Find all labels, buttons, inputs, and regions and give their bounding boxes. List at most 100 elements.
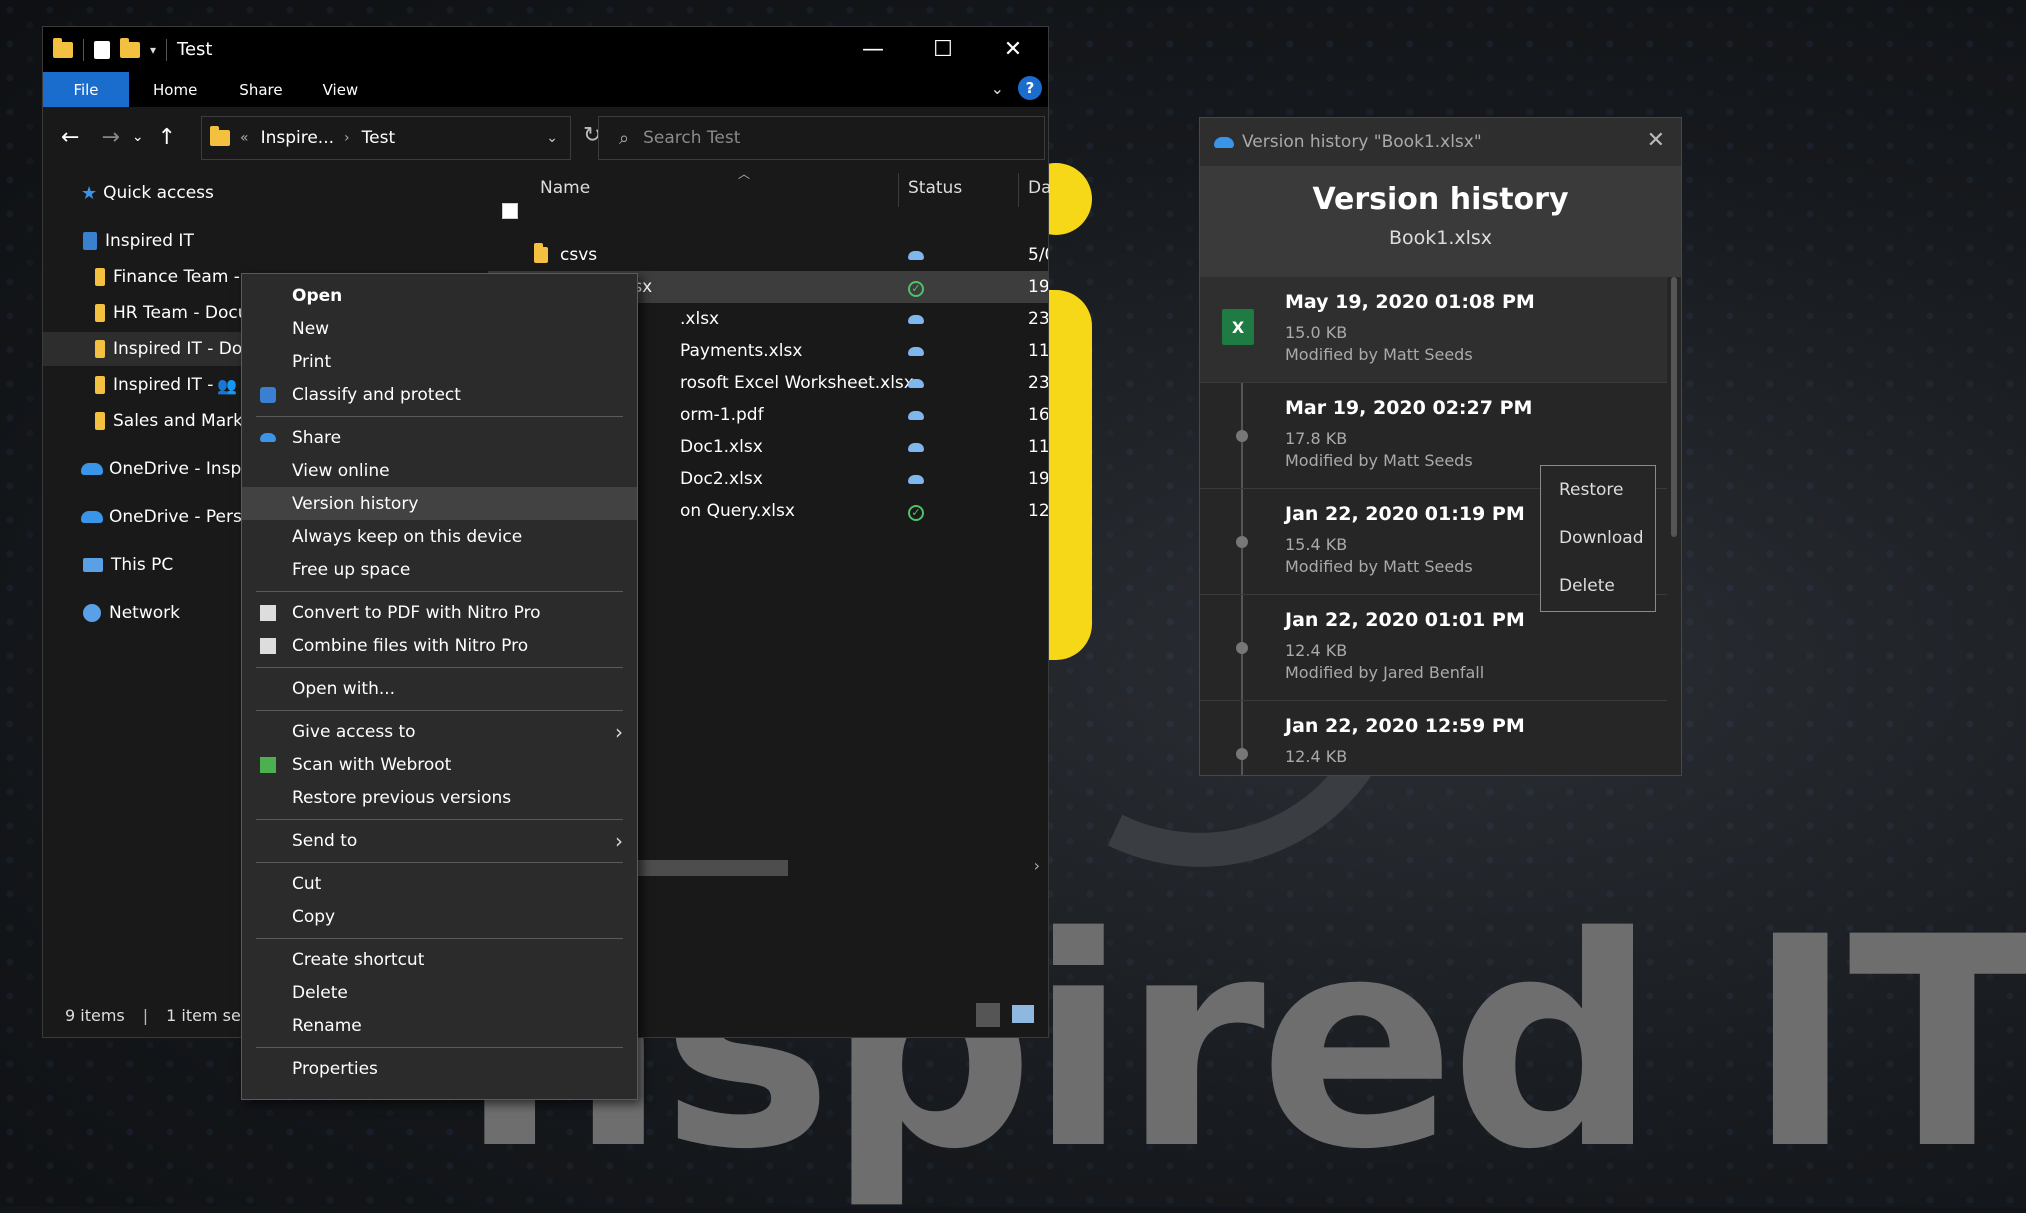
close-icon[interactable]: ✕: [1647, 128, 1665, 153]
version-item[interactable]: Jan 22, 2020 12:59 PM 12.4 KB: [1200, 701, 1667, 775]
cloud-status-icon: [908, 475, 924, 484]
select-all-checkbox[interactable]: [502, 203, 518, 219]
onedrive-cloud-icon: [81, 463, 103, 475]
tab-home[interactable]: Home: [129, 72, 221, 107]
cloud-status-icon: [908, 411, 924, 420]
menu-item-rename[interactable]: Rename: [242, 1009, 637, 1042]
synced-check-icon: ✓: [908, 280, 924, 297]
cloud-status-icon: [908, 379, 924, 388]
column-status[interactable]: Status: [908, 167, 962, 209]
cloud-status-icon: [908, 251, 924, 260]
delete-menu-item[interactable]: Delete: [1559, 576, 1615, 596]
menu-item-open-with[interactable]: Open with...: [242, 672, 637, 705]
folder-icon: [95, 304, 105, 322]
minimize-button[interactable]: —: [838, 27, 908, 72]
maximize-button[interactable]: ☐: [908, 27, 978, 72]
expand-ribbon-icon[interactable]: ⌄: [991, 79, 1004, 98]
search-placeholder: Search Test: [643, 128, 741, 148]
menu-item-delete[interactable]: Delete: [242, 976, 637, 1009]
help-icon[interactable]: ?: [1018, 76, 1042, 100]
version-history-window: Version history "Book1.xlsx" ✕ Version h…: [1199, 117, 1682, 776]
file-row[interactable]: csvs 5/0: [488, 239, 1048, 271]
timeline-dot: [1236, 642, 1248, 654]
search-box[interactable]: ⌕ Search Test: [598, 116, 1045, 160]
version-history-header: Version history Book1.xlsx: [1200, 166, 1681, 277]
horizontal-scrollbar[interactable]: ›: [588, 856, 1048, 880]
menu-item-print[interactable]: Print: [242, 345, 637, 378]
item-count: 9 items: [65, 1005, 125, 1025]
chevron-right-icon: ›: [615, 719, 623, 744]
menu-item-new[interactable]: New: [242, 312, 637, 345]
computer-icon: [83, 558, 103, 572]
people-icon: 👥: [217, 375, 238, 395]
nav-item-quick-access[interactable]: ★ Quick access: [43, 176, 485, 210]
breadcrumb-test[interactable]: Test: [362, 128, 395, 148]
menu-item-open[interactable]: Open: [242, 279, 637, 312]
search-icon: ⌕: [619, 127, 630, 149]
menu-item-free-up[interactable]: Free up space: [242, 553, 637, 586]
up-arrow-icon[interactable]: ↑: [158, 125, 176, 150]
tab-file[interactable]: File: [43, 72, 129, 107]
version-history-filename: Book1.xlsx: [1388, 227, 1493, 249]
new-folder-icon[interactable]: [120, 37, 140, 58]
breadcrumb-overflow[interactable]: «: [240, 130, 249, 146]
window-title: Test: [177, 39, 213, 60]
menu-item-create-shortcut[interactable]: Create shortcut: [242, 943, 637, 976]
folder-icon: [95, 268, 105, 286]
chevron-down-icon[interactable]: ⌄: [546, 130, 558, 146]
menu-item-combine-files[interactable]: Combine files with Nitro Pro: [242, 629, 637, 662]
menu-item-share[interactable]: Share: [242, 421, 637, 454]
menu-item-restore-versions[interactable]: Restore previous versions: [242, 781, 637, 814]
folder-icon: [95, 412, 105, 430]
menu-item-convert-pdf[interactable]: Convert to PDF with Nitro Pro: [242, 596, 637, 629]
large-icons-view-icon[interactable]: [1012, 1005, 1034, 1023]
menu-item-version-history[interactable]: Version history: [242, 487, 637, 520]
menu-item-give-access[interactable]: Give access to ›: [242, 715, 637, 748]
chevron-right-icon[interactable]: ›: [344, 130, 350, 146]
close-button[interactable]: ✕: [978, 27, 1048, 72]
details-view-icon[interactable]: [976, 1003, 1000, 1027]
version-history-heading: Version history: [1312, 182, 1569, 217]
forward-arrow-icon[interactable]: →: [101, 125, 119, 150]
scrollbar-thumb[interactable]: [638, 860, 788, 876]
menu-item-webroot[interactable]: Scan with Webroot: [242, 748, 637, 781]
column-date[interactable]: Da: [1028, 167, 1052, 209]
menu-item-send-to[interactable]: Send to ›: [242, 824, 637, 857]
folder-icon: [210, 126, 230, 146]
restore-menu-item[interactable]: Restore: [1559, 480, 1624, 500]
scroll-right-icon[interactable]: ›: [1034, 856, 1040, 875]
tab-view[interactable]: View: [301, 72, 381, 107]
menu-item-properties[interactable]: Properties: [242, 1052, 637, 1085]
menu-item-view-online[interactable]: View online: [242, 454, 637, 487]
address-bar[interactable]: « Inspire... › Test ⌄: [201, 116, 571, 160]
building-icon: [83, 232, 97, 250]
sort-arrow-icon: ︿: [738, 167, 751, 181]
customize-quick-access-icon[interactable]: ▾: [150, 43, 156, 57]
download-menu-item[interactable]: Download: [1559, 528, 1644, 548]
menu-item-copy[interactable]: Copy: [242, 900, 637, 933]
nav-item-inspired-it[interactable]: Inspired IT: [43, 224, 485, 258]
version-item[interactable]: X May 19, 2020 01:08 PM 15.0 KB Modified…: [1200, 277, 1667, 383]
breadcrumb-inspired[interactable]: Inspire...: [261, 128, 334, 148]
properties-icon[interactable]: [94, 40, 110, 59]
menu-item-classify[interactable]: Classify and protect: [242, 378, 637, 411]
menu-item-cut[interactable]: Cut: [242, 867, 637, 900]
context-menu: Open New Print Classify and protect Shar…: [241, 273, 638, 1100]
timeline-dot: [1236, 536, 1248, 548]
tab-share[interactable]: Share: [221, 72, 300, 107]
star-icon: ★: [81, 182, 98, 204]
version-scrollbar[interactable]: [1671, 277, 1677, 537]
synced-check-icon: ✓: [908, 504, 924, 521]
column-name[interactable]: Name: [540, 167, 590, 209]
menu-item-always-keep[interactable]: Always keep on this device: [242, 520, 637, 553]
ribbon-tabs: File Home Share View ⌄ ?: [43, 72, 1048, 107]
cloud-status-icon: [908, 443, 924, 452]
timeline-dot: [1236, 430, 1248, 442]
onedrive-cloud-icon: [81, 511, 103, 523]
recent-locations-icon[interactable]: ⌄: [132, 129, 144, 145]
folder-icon: [95, 340, 105, 358]
title-bar: ▾ Test — ☐ ✕: [43, 27, 1048, 72]
back-arrow-icon[interactable]: ←: [61, 125, 79, 150]
network-icon: [83, 604, 101, 622]
address-row: ← → ⌄ ↑ « Inspire... › Test ⌄ ↻ ⌕ Search…: [43, 107, 1048, 167]
